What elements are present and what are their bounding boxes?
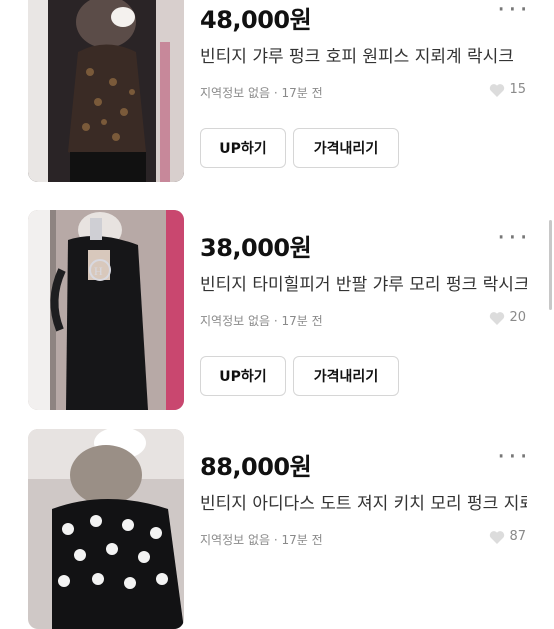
like-count: 20 [489,310,526,325]
more-dots-icon[interactable]: ··· [497,225,531,251]
product-thumbnail[interactable] [28,0,184,182]
price-down-button[interactable]: 가격내리기 [293,356,399,396]
heart-icon [490,83,505,97]
item-title[interactable]: 빈티지 타미힐피거 반팔 갸루 모리 펑크 락시크 [200,270,527,296]
more-dots-icon[interactable]: ··· [497,444,531,470]
product-thumbnail[interactable]: H [28,210,184,410]
item-price: 38,000원 [200,234,312,262]
item-title[interactable]: 빈티지 아디다스 도트 져지 키치 모리 펑크 지뢰계 [200,489,527,515]
item-title[interactable]: 빈티지 갸루 펑크 호피 원피스 지뢰계 락시크 [200,42,527,68]
listing-item[interactable]: 88,000원 ··· 빈티지 아디다스 도트 져지 키치 모리 펑크 지뢰계 … [0,429,554,629]
up-button[interactable]: UP하기 [200,356,286,396]
price-down-button[interactable]: 가격내리기 [293,128,399,168]
item-meta: 지역정보 없음 · 17분 전 [200,314,323,328]
listing-item[interactable]: 48,000원 ··· 빈티지 갸루 펑크 호피 원피스 지뢰계 락시크 지역정… [0,0,554,182]
more-dots-icon[interactable]: ··· [497,0,531,23]
item-price: 48,000원 [200,6,312,34]
svg-text:H: H [94,264,103,278]
listing-item[interactable]: H 38,000원 ··· 빈티지 타미힐피거 반팔 갸루 모리 펑크 락시크 … [0,210,554,410]
item-price: 88,000원 [200,453,312,481]
product-thumbnail[interactable] [28,429,184,629]
item-meta: 지역정보 없음 · 17분 전 [200,533,323,547]
like-count-value: 20 [509,310,526,325]
like-count-value: 87 [509,529,526,544]
heart-icon [490,530,505,544]
item-meta: 지역정보 없음 · 17분 전 [200,86,323,100]
like-count: 87 [489,529,526,544]
like-count: 15 [489,82,526,97]
scrollbar[interactable] [549,220,552,310]
heart-icon [490,311,505,325]
up-button[interactable]: UP하기 [200,128,286,168]
like-count-value: 15 [509,82,526,97]
